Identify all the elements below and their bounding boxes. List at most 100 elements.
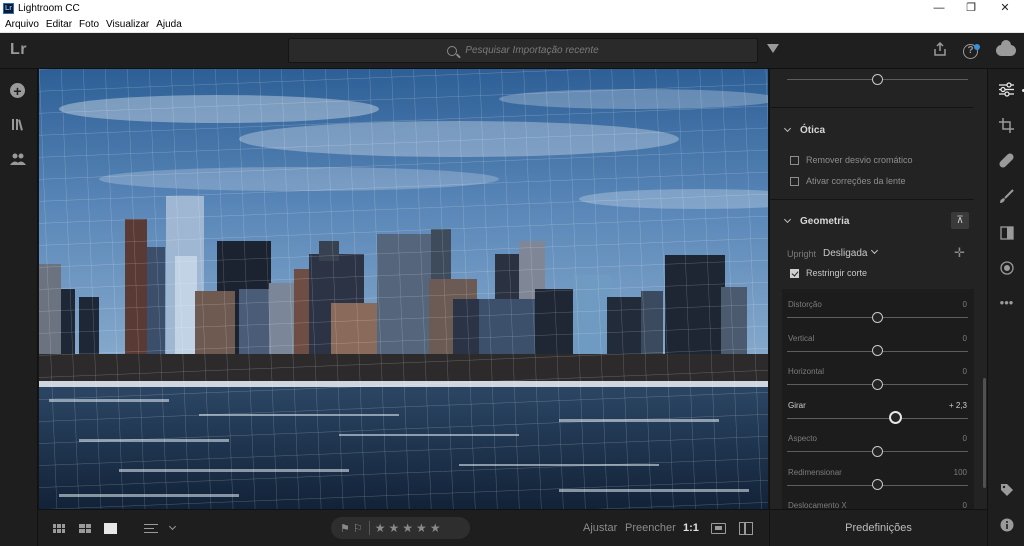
slider-value: 0 [962, 300, 967, 309]
slider-label: Vertical [788, 333, 815, 343]
photo-viewer[interactable] [38, 69, 769, 509]
section-divider [770, 107, 974, 108]
edit-sliders-icon[interactable] [998, 82, 1015, 99]
chevron-down-icon [783, 215, 792, 224]
slider-value: 0 [962, 434, 967, 443]
slider-label: Girar [788, 400, 806, 410]
slider-value: 0 [962, 333, 967, 343]
star-3-icon[interactable]: ★ [402, 521, 413, 535]
rating-flag-pill: ⚑ ⚐ ★ ★ ★ ★ ★ [331, 517, 470, 539]
grid-view-icon[interactable] [53, 524, 65, 533]
menu-ajuda[interactable]: Ajuda [156, 19, 182, 30]
slider-knob[interactable] [872, 345, 883, 356]
edit-panel: Ótica Remover desvio cromático Ativar co… [769, 69, 987, 509]
maximize-button[interactable]: ❐ [954, 0, 988, 17]
remove-chromatic-aberration-option[interactable]: Remover desvio cromático [790, 155, 913, 165]
top-slider-knob[interactable] [872, 73, 883, 85]
guided-upright-icon[interactable]: ⊼ [951, 212, 969, 229]
chevron-down-icon [783, 124, 792, 133]
slider-label: Redimensionar [788, 467, 842, 477]
square-grid-view-icon[interactable] [79, 524, 91, 533]
people-icon[interactable] [9, 152, 27, 170]
section-divider [770, 199, 974, 200]
library-icon[interactable] [9, 117, 27, 135]
linear-gradient-icon[interactable] [998, 226, 1015, 243]
keyword-icon[interactable] [998, 483, 1015, 500]
panel-scrollbar[interactable] [983, 378, 986, 488]
slider-label: Deslocamento X [788, 501, 847, 509]
window-title-bar: Lr Lightroom CC — ❐ ✕ [0, 0, 1024, 17]
more-icon[interactable]: ••• [998, 294, 1015, 311]
fit-button[interactable]: Ajustar [583, 522, 617, 534]
close-button[interactable]: ✕ [988, 0, 1022, 17]
option-label: Ativar correções da lente [806, 176, 906, 186]
upright-dropdown[interactable]: Desligada [823, 248, 877, 259]
sort-icon[interactable] [144, 524, 158, 533]
search-icon [447, 45, 458, 56]
menu-bar: Arquivo Editar Foto Visualizar Ajuda [0, 17, 1024, 33]
left-rail: + [0, 69, 38, 546]
notification-dot [974, 44, 980, 50]
pill-divider [368, 521, 370, 535]
slider-value: 100 [953, 467, 967, 477]
slider-label: Aspecto [788, 434, 817, 443]
chevron-down-icon[interactable] [168, 522, 177, 531]
checkbox[interactable] [790, 155, 799, 165]
slider-knob[interactable] [872, 445, 883, 457]
share-icon[interactable] [931, 41, 949, 60]
reject-flag-icon[interactable]: ⚐ [353, 522, 363, 535]
option-label: Restringir corte [806, 268, 868, 278]
enable-lens-corrections-option[interactable]: Ativar correções da lente [790, 176, 906, 186]
window-title: Lightroom CC [18, 3, 80, 14]
bottom-toolbar: ⚑ ⚐ ★ ★ ★ ★ ★ Ajustar Preencher 1:1 [38, 509, 769, 546]
crop-icon[interactable] [998, 118, 1015, 135]
cloud-icon[interactable] [996, 40, 1016, 56]
move-icon[interactable]: ✛ [954, 245, 965, 261]
add-photos-icon[interactable]: + [10, 83, 25, 99]
optics-section-header[interactable]: Ótica [770, 119, 987, 141]
zoom-1-1-button[interactable]: 1:1 [683, 522, 699, 534]
menu-arquivo[interactable]: Arquivo [5, 19, 39, 30]
checkbox-checked[interactable] [790, 268, 799, 278]
checkbox[interactable] [790, 176, 799, 186]
constrain-crop-option[interactable]: Restringir corte [790, 268, 867, 278]
search-input[interactable]: Pesquisar Importação recente [288, 38, 758, 63]
healing-icon[interactable] [998, 153, 1015, 170]
pick-flag-icon[interactable]: ⚑ [340, 522, 350, 535]
brush-icon[interactable] [998, 189, 1015, 206]
detail-view-icon[interactable] [104, 523, 117, 534]
slider-knob[interactable] [872, 378, 883, 390]
presets-button[interactable]: Predefinições [769, 509, 987, 546]
slider-value: + 2,3 [948, 400, 967, 410]
minimize-button[interactable]: — [922, 0, 956, 17]
search-placeholder: Pesquisar Importação recente [465, 45, 599, 56]
radial-gradient-icon[interactable] [998, 261, 1015, 278]
compare-icon[interactable] [711, 523, 726, 534]
menu-editar[interactable]: Editar [46, 19, 72, 30]
upright-label: Upright [787, 249, 817, 259]
star-1-icon[interactable]: ★ [375, 521, 386, 535]
star-5-icon[interactable]: ★ [430, 521, 441, 535]
info-icon[interactable] [998, 518, 1015, 535]
slider-track[interactable] [787, 417, 968, 419]
app-header: Lr Pesquisar Importação recente ? [0, 33, 1024, 69]
filter-icon[interactable] [767, 44, 779, 53]
slider-knob[interactable] [872, 311, 883, 323]
lightroom-logo: Lr [10, 41, 27, 58]
star-4-icon[interactable]: ★ [416, 521, 427, 535]
menu-visualizar[interactable]: Visualizar [106, 19, 149, 30]
slider-value: 0 [962, 501, 967, 509]
option-label: Remover desvio cromático [806, 155, 913, 165]
slider-label: Horizontal [788, 367, 825, 376]
geometry-title: Geometria [800, 215, 850, 227]
slider-knob[interactable] [889, 411, 903, 424]
slider-value: 0 [962, 367, 967, 376]
photo-image [39, 69, 768, 509]
fill-button[interactable]: Preencher [625, 522, 676, 534]
before-after-icon[interactable] [739, 522, 753, 535]
slider-knob[interactable] [872, 479, 883, 490]
menu-foto[interactable]: Foto [79, 19, 99, 30]
star-2-icon[interactable]: ★ [389, 521, 400, 535]
right-tool-rail: ••• [987, 69, 1024, 546]
slider-label: Distorção [788, 300, 822, 309]
